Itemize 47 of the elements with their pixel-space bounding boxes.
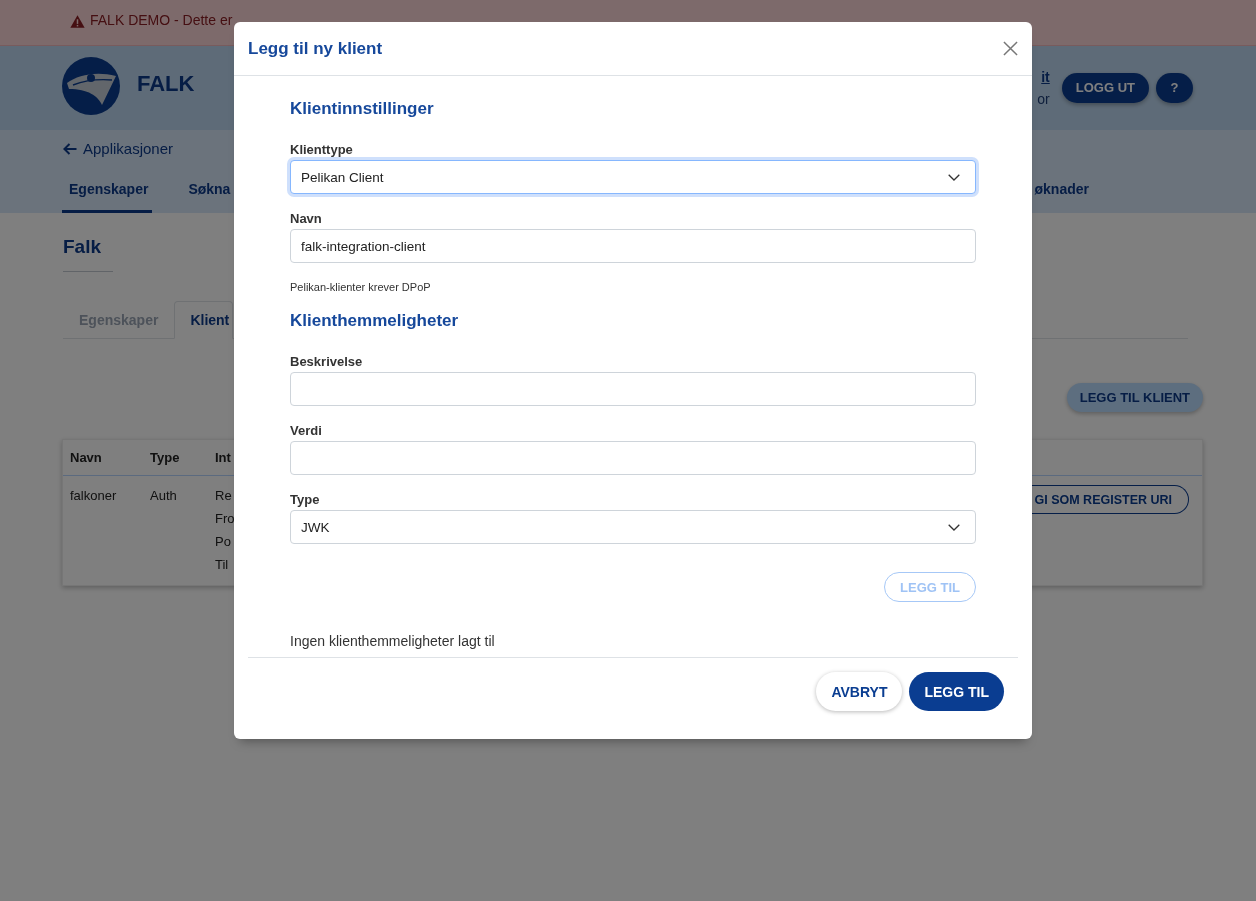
- select-field[interactable]: Pelikan Client: [290, 160, 976, 194]
- arrow-left-icon: [63, 143, 77, 155]
- banner-text: FALK DEMO - Dette er: [90, 12, 233, 29]
- chevron-down-icon: [948, 523, 960, 531]
- field-label: Beskrivelse: [290, 354, 364, 370]
- field-label: Navn: [290, 211, 323, 227]
- row-action-button[interactable]: GI SOM REGISTER URI: [1032, 485, 1189, 514]
- chevron-down-icon: [948, 173, 960, 181]
- help-text: Pelikan-klienter krever DPoP: [290, 280, 432, 294]
- close-button[interactable]: [1003, 41, 1018, 56]
- nav-tab[interactable]: Søkna: [181, 170, 235, 213]
- back-link[interactable]: Applikasjoner: [62, 140, 174, 158]
- warning-icon: [70, 15, 85, 28]
- help-button[interactable]: ?: [1156, 73, 1193, 103]
- user-role-text: or: [1037, 90, 1050, 109]
- field-label: Type: [290, 492, 321, 508]
- column-header: Type: [150, 450, 180, 465]
- bird-logo-icon: [62, 57, 120, 115]
- column-header: Navn: [70, 450, 102, 465]
- table-cell-text: Re: [215, 487, 232, 505]
- table-cell-text: Fro: [215, 510, 235, 528]
- table-cell: Auth: [150, 488, 177, 503]
- app-name: FALK: [137, 71, 195, 97]
- nav-tab[interactable]: Egenskaper: [62, 170, 153, 213]
- confirm-button[interactable]: LEGG TIL: [909, 672, 1004, 711]
- text-field[interactable]: [290, 372, 976, 406]
- text-field[interactable]: falk-integration-client: [290, 229, 976, 263]
- dialog-title: Legg til ny klient: [248, 38, 383, 59]
- nav-tab[interactable]: øknader: [1034, 170, 1093, 213]
- user-link[interactable]: it: [1041, 66, 1050, 88]
- field-label: Klienttype: [290, 142, 354, 158]
- empty-state-text: Ingen klienthemmeligheter lagt til: [290, 632, 496, 650]
- tab[interactable]: Klient: [174, 301, 234, 339]
- cancel-button[interactable]: AVBRYT: [816, 672, 903, 711]
- add-client-button[interactable]: LEGG TIL KLIENT: [1066, 383, 1203, 412]
- text-field[interactable]: [290, 441, 976, 475]
- column-header: Int: [215, 450, 231, 465]
- table-cell-text: Po: [215, 533, 231, 551]
- section-heading: Klienthemmeligheter: [290, 310, 460, 332]
- close-icon: [1003, 41, 1018, 56]
- logout-button[interactable]: LOGG UT: [1061, 73, 1149, 103]
- table-cell-text: Til: [215, 556, 229, 574]
- field-label: Verdi: [290, 423, 323, 439]
- select-field[interactable]: JWK: [290, 510, 976, 544]
- page-title: Falk: [63, 236, 114, 272]
- table-cell: falkoner: [70, 488, 117, 503]
- section-heading: Klientinnstillinger: [290, 98, 435, 120]
